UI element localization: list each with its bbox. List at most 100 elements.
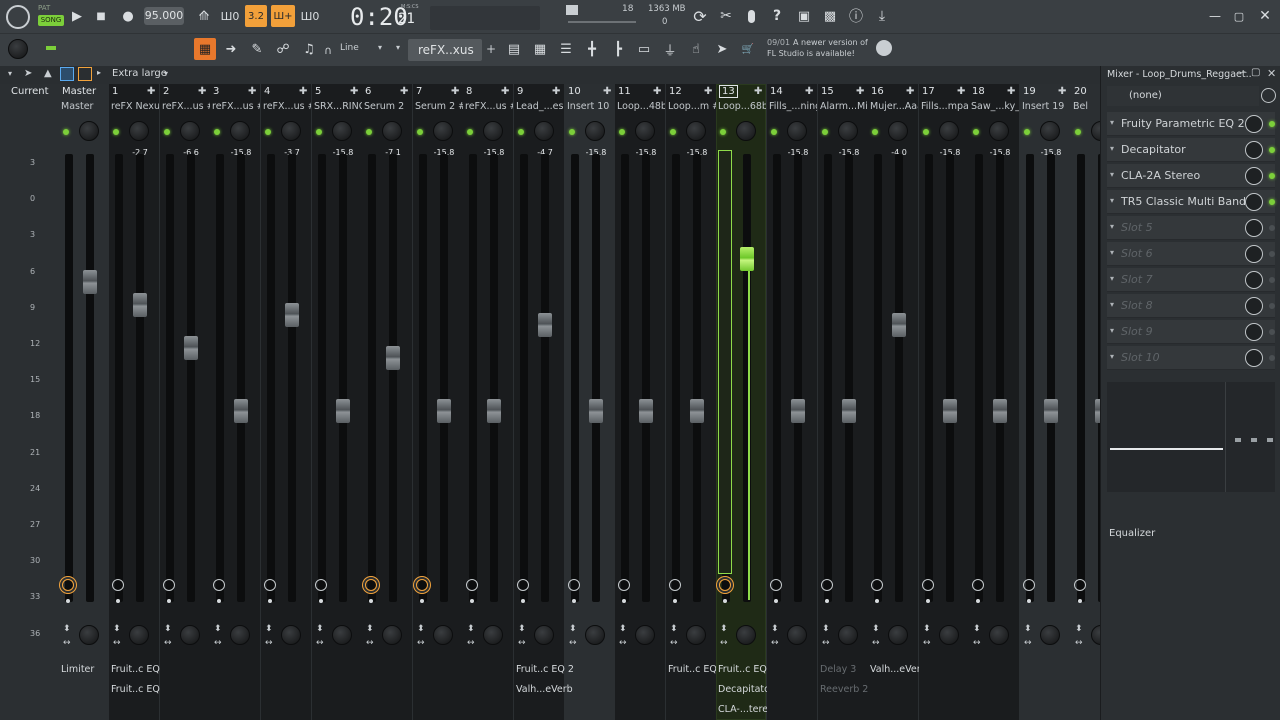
fx-slot-name[interactable]: Slot 7 xyxy=(1121,273,1153,286)
swap-channels-icon[interactable]: ↔ xyxy=(872,638,880,648)
routing-arrows-icon[interactable]: ✚ xyxy=(856,86,864,97)
swap-channels-icon[interactable]: ↔ xyxy=(771,638,779,648)
fx-enable-led[interactable] xyxy=(1269,251,1275,257)
fx-mix-knob[interactable] xyxy=(1245,115,1263,133)
mixer-channel[interactable]: 4reFX...us #4✚-3.7⬍↔ xyxy=(261,84,311,720)
volume-fader[interactable] xyxy=(386,346,400,370)
stereo-knob[interactable] xyxy=(1040,625,1060,645)
fx-mix-knob[interactable] xyxy=(1245,167,1263,185)
channel-name[interactable]: reFX...us #5 xyxy=(465,101,513,112)
fx-slot[interactable]: ▾ Slot 7 xyxy=(1107,268,1275,292)
download-button[interactable]: ⤓ xyxy=(871,5,893,27)
fx-slot-name[interactable]: Slot 9 xyxy=(1121,325,1153,338)
mixer-channel[interactable]: 3reFX...us #3✚-15.8⬍↔ xyxy=(210,84,260,720)
channel-mute-led[interactable] xyxy=(518,129,524,135)
layout-mode-icon[interactable] xyxy=(78,67,92,81)
channel-pan-knob[interactable] xyxy=(736,121,756,141)
swap-channels-icon[interactable]: ↔ xyxy=(569,638,577,648)
stereo-knob[interactable] xyxy=(787,625,807,645)
channel-name[interactable]: Fills...mpact xyxy=(921,101,969,112)
link-tool-button[interactable]: ☍ xyxy=(272,38,294,60)
undo-history-button[interactable]: ⟳ xyxy=(689,5,711,27)
eq-band-1-fader[interactable] xyxy=(1235,438,1241,442)
routing-arrows-icon[interactable]: ✚ xyxy=(754,86,762,97)
mode-song-button[interactable]: SONG xyxy=(38,15,64,26)
route-to-selected-button[interactable] xyxy=(669,579,681,591)
mixer-menu-icon[interactable]: ▾ xyxy=(8,69,12,78)
channel-mute-led[interactable] xyxy=(316,129,322,135)
fx-enable-led[interactable] xyxy=(1269,329,1275,335)
swap-channels-icon[interactable]: ↔ xyxy=(316,638,324,648)
channel-rack-button[interactable]: ▦ xyxy=(529,38,551,60)
mixer-channel[interactable]: 12Loop...m #2✚-15.8⬍↔Fruit..c EQ 2 xyxy=(666,84,726,720)
channel-mute-led[interactable] xyxy=(720,129,726,135)
stereo-separation-icon[interactable]: ⬍ xyxy=(619,624,627,634)
fx-enable-led[interactable] xyxy=(1269,199,1275,205)
route-to-selected-button[interactable] xyxy=(922,579,934,591)
fx-slot-name[interactable]: Fruity Parametric EQ 2 xyxy=(1121,117,1245,130)
channel-pan-knob[interactable] xyxy=(483,121,503,141)
cpu-monitor[interactable]: 18 xyxy=(564,3,644,27)
volume-fader[interactable] xyxy=(639,399,653,423)
master-volume-knob[interactable] xyxy=(8,39,28,59)
panel-maximize-icon[interactable]: ▢ xyxy=(1251,67,1260,78)
chevron-down-icon[interactable]: ▾ xyxy=(1110,222,1114,231)
channel-fx-slot-label[interactable]: Decapitator xyxy=(718,684,774,695)
chevron-down-icon[interactable]: ▾ xyxy=(1110,196,1114,205)
volume-fader[interactable] xyxy=(589,399,603,423)
preset-knob-icon[interactable] xyxy=(1261,88,1276,103)
fx-slot[interactable]: ▾ Decapitator xyxy=(1107,138,1275,162)
routing-arrows-icon[interactable]: ✚ xyxy=(552,86,560,97)
channel-mute-led[interactable] xyxy=(872,129,878,135)
channel-mute-led[interactable] xyxy=(973,129,979,135)
route-to-selected-button[interactable] xyxy=(568,579,580,591)
fx-slot-name[interactable]: Slot 10 xyxy=(1121,351,1160,364)
stereo-knob[interactable] xyxy=(686,625,706,645)
volume-fader[interactable] xyxy=(892,313,906,337)
channel-mute-led[interactable] xyxy=(366,129,372,135)
panel-close-icon[interactable]: ✕ xyxy=(1267,67,1276,80)
channel-pan-knob[interactable] xyxy=(888,121,908,141)
stereo-separation-icon[interactable]: ⬍ xyxy=(63,624,71,634)
channel-mute-led[interactable] xyxy=(417,129,423,135)
channel-name[interactable]: Mujer...Aaah xyxy=(870,101,918,112)
stereo-separation-icon[interactable]: ⬍ xyxy=(872,624,880,634)
channel-mute-led[interactable] xyxy=(923,129,929,135)
routing-arrows-icon[interactable]: ✚ xyxy=(805,86,813,97)
chevron-down-icon[interactable]: ▾ xyxy=(1110,274,1114,283)
channel-pan-knob[interactable] xyxy=(585,121,605,141)
chevron-down-icon[interactable]: ▾ xyxy=(164,69,168,78)
stop-button[interactable]: ■ xyxy=(90,5,112,27)
channel-name[interactable]: Alarm...Mia xyxy=(820,101,868,112)
channel-fx-slot-label[interactable]: Reeverb 2 xyxy=(820,684,868,695)
route-to-selected-button[interactable] xyxy=(618,579,630,591)
route-to-selected-button[interactable] xyxy=(1023,579,1035,591)
fx-mix-knob[interactable] xyxy=(1245,297,1263,315)
volume-fader[interactable] xyxy=(234,399,248,423)
routing-arrows-icon[interactable]: ✚ xyxy=(906,86,914,97)
channel-pan-knob[interactable] xyxy=(787,121,807,141)
record-button[interactable]: ● xyxy=(117,5,139,27)
route-to-selected-button[interactable] xyxy=(62,579,74,591)
add-pattern-button[interactable]: + xyxy=(486,42,496,56)
swap-channels-icon[interactable]: ↔ xyxy=(113,638,121,648)
stereo-knob[interactable] xyxy=(888,625,908,645)
stereo-separation-icon[interactable]: ⬍ xyxy=(113,624,121,634)
swap-channels-icon[interactable]: ↔ xyxy=(619,638,627,648)
stereo-separation-icon[interactable]: ⬍ xyxy=(771,624,779,634)
fx-mix-knob[interactable] xyxy=(1245,271,1263,289)
mixer-channel[interactable]: 16Mujer...Aaah✚-4.0⬍↔Valh...eVerb xyxy=(868,84,927,720)
volume-fader[interactable] xyxy=(1044,399,1058,423)
stereo-separation-icon[interactable]: ⬍ xyxy=(366,624,374,634)
mixer-channel[interactable]: 10 Insert 10 ✚ -15.8 ⬍ ↔ xyxy=(565,84,615,720)
fx-slot[interactable]: ▾ TR5 Classic Multi Band.. xyxy=(1107,190,1275,214)
fx-slot-name[interactable]: Decapitator xyxy=(1121,143,1186,156)
tempo-display[interactable]: 95.000 xyxy=(144,7,184,25)
stereo-separation-icon[interactable]: ⬍ xyxy=(316,624,324,634)
swap-channels-icon[interactable]: ↔ xyxy=(720,638,728,648)
chevron-down-icon[interactable]: ▾ xyxy=(1110,144,1114,153)
routing-arrows-icon[interactable]: ✚ xyxy=(603,86,611,97)
swap-channels-icon[interactable]: ↔ xyxy=(366,638,374,648)
channel-fx-slot-label[interactable]: CLA-...tereo xyxy=(718,704,774,715)
channel-name[interactable]: reFX...us #4 xyxy=(263,101,311,112)
